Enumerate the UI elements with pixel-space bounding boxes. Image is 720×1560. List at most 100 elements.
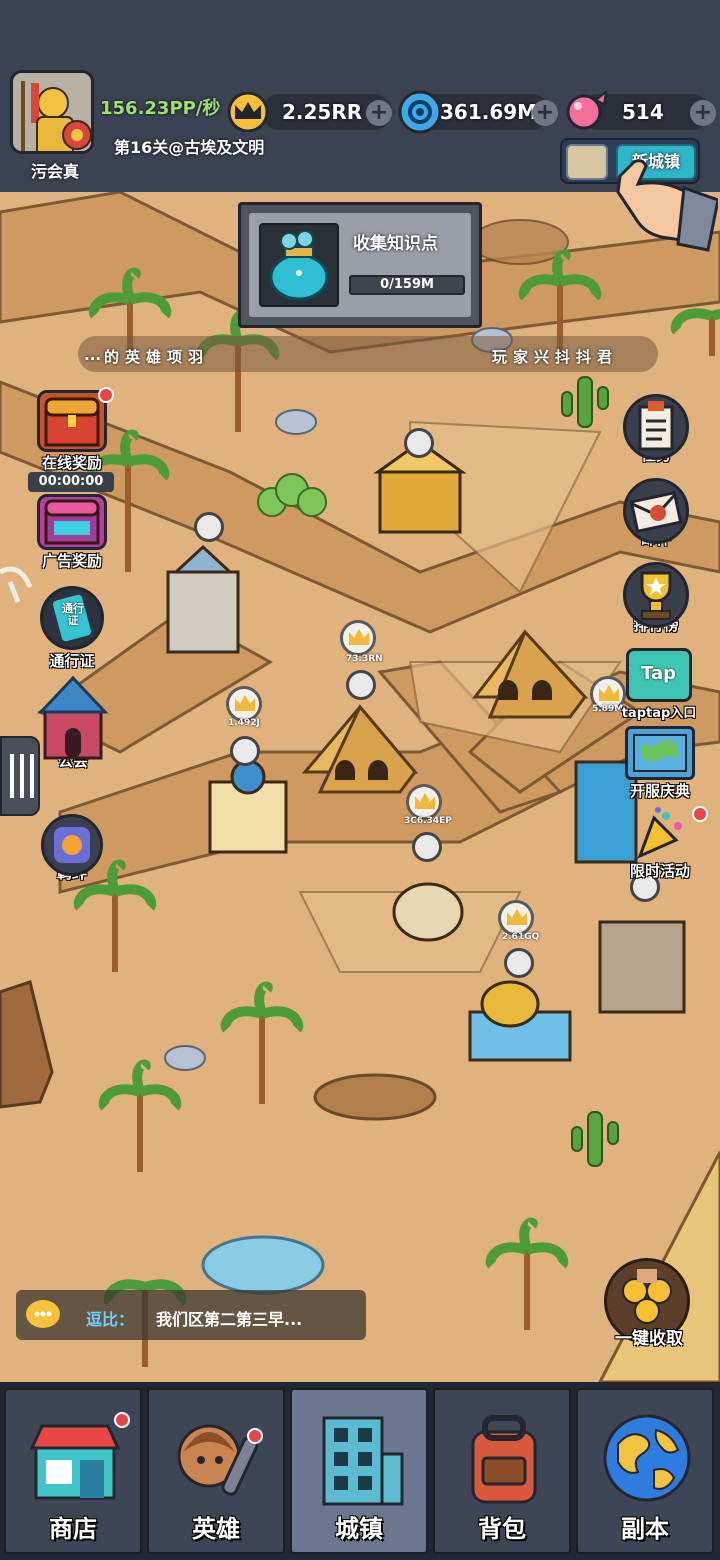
- bottom-nav: 商店 英雄 城镇 背包 副本: [0, 1382, 720, 1560]
- collect-progress-bar: 0/159M: [349, 275, 465, 295]
- pass-button[interactable]: 通行证 通行证: [30, 586, 114, 671]
- party-popper-icon: [630, 806, 708, 860]
- production-badge[interactable]: [226, 686, 262, 722]
- hero-icon: [169, 1408, 267, 1508]
- handle-bar: [30, 754, 34, 798]
- server-event-button[interactable]: 开服庆典: [610, 726, 710, 801]
- trophy-icon: [623, 562, 689, 628]
- collect-title: 收集知识点: [353, 234, 438, 254]
- production-badge[interactable]: [498, 900, 534, 936]
- chat-bar[interactable]: 逗比： 我们区第二第三早...: [16, 1290, 366, 1340]
- online-reward-label: 在线奖励: [41, 454, 102, 472]
- crown-icon: [235, 695, 255, 711]
- tab-bag[interactable]: 背包: [433, 1388, 571, 1554]
- hero-marker[interactable]: [404, 428, 434, 458]
- guild-castle-icon: [31, 668, 115, 764]
- announcement-marquee: ... 的英雄项羽 玩家兴抖抖君: [78, 336, 658, 372]
- taptap-label: taptap入口: [621, 706, 697, 721]
- side-drawer-handle[interactable]: [0, 736, 40, 816]
- ad-reward-label: 广告奖励: [41, 552, 102, 570]
- taptap-icon-text: Tap: [641, 663, 676, 684]
- knowledge-bag-icon: [259, 223, 339, 307]
- crown-icon: [226, 91, 270, 133]
- production-badge-value: 2.61GQ: [502, 932, 540, 942]
- gem-icon: [398, 90, 442, 134]
- candy-icon: [562, 88, 610, 134]
- taptap-icon: Tap: [626, 648, 692, 702]
- production-badge-value: 3C6.34EP: [404, 816, 452, 826]
- notification-dot: [692, 806, 708, 822]
- crown-add-button[interactable]: +: [366, 100, 392, 126]
- bond-icon: [41, 814, 103, 876]
- bond-button[interactable]: 羁绊: [36, 814, 108, 883]
- globe-icon: [598, 1408, 696, 1508]
- marquee-left-text: 的英雄项羽: [104, 348, 210, 366]
- production-badge-value: 73.3RN: [346, 654, 383, 664]
- tab-dungeon[interactable]: 副本: [576, 1388, 714, 1554]
- chat-message: 我们区第二第三早...: [156, 1310, 303, 1329]
- tab-bag-label: 背包: [478, 1515, 526, 1543]
- production-badge[interactable]: [406, 784, 442, 820]
- mail-icon: [623, 478, 689, 544]
- ranking-button[interactable]: 排行榜: [612, 562, 700, 635]
- handle-bar: [20, 754, 24, 798]
- tab-town-label: 城镇: [335, 1515, 383, 1543]
- tasks-button[interactable]: 任务: [614, 394, 698, 465]
- clipboard-icon: [623, 394, 689, 460]
- crown-value: 2.25RR: [282, 100, 363, 124]
- ad-reward-button[interactable]: 广告奖励: [30, 494, 114, 571]
- notification-dot: [98, 387, 114, 403]
- candy-value: 514: [622, 100, 664, 124]
- collect-knowledge-panel[interactable]: 收集知识点 0/159M: [238, 202, 482, 328]
- chat-bubble-icon: [26, 1300, 60, 1328]
- limited-event-button[interactable]: 限时活动: [610, 806, 710, 881]
- pass-icon-text: 通行证: [62, 602, 84, 627]
- production-badge[interactable]: [340, 620, 376, 656]
- server-event-label: 开服庆典: [629, 782, 690, 800]
- hero-marker[interactable]: [504, 948, 534, 978]
- guild-button[interactable]: 公会: [28, 668, 118, 771]
- hero-marker[interactable]: [194, 512, 224, 542]
- notification-dot: [114, 1412, 130, 1428]
- pass-icon: 通行证: [40, 586, 104, 650]
- online-reward-button[interactable]: 在线奖励: [30, 387, 114, 473]
- shop-icon: [26, 1408, 130, 1508]
- crown-icon: [349, 629, 369, 645]
- town-building-icon: [312, 1408, 410, 1508]
- tab-shop-label: 商店: [49, 1515, 97, 1543]
- treasure-chest-icon: [37, 387, 114, 452]
- online-reward-timer: 00:00:00: [28, 472, 114, 492]
- marquee-left-prefix: ...: [84, 346, 102, 364]
- crown-icon: [415, 793, 435, 809]
- collect-progress-text: 0/159M: [380, 277, 434, 292]
- notification-dot: [247, 1428, 263, 1444]
- game-map[interactable]: 收集知识点 0/159M ... 的英雄项羽 玩家兴抖抖君 73.3RN 1.4…: [0, 192, 720, 1382]
- player-avatar[interactable]: [10, 70, 94, 154]
- taptap-button[interactable]: Tap taptap入口: [614, 648, 704, 721]
- production-badge-value: 1.492J: [228, 718, 260, 728]
- player-name: 污会真: [30, 162, 79, 181]
- tab-dungeon-label: 副本: [621, 1515, 669, 1543]
- handle-bar: [10, 754, 14, 798]
- pp-rate: 156.23PP/秒: [100, 98, 221, 119]
- hero-marker[interactable]: [346, 670, 376, 700]
- crown-icon: [507, 909, 527, 925]
- gem-value: 361.69M: [440, 100, 538, 124]
- limited-event-label: 限时活动: [629, 862, 690, 880]
- tab-town[interactable]: 城镇: [290, 1388, 428, 1554]
- map-scroll-icon: [625, 726, 695, 780]
- hero-marker[interactable]: [230, 736, 260, 766]
- level-label: 第16关@古埃及文明: [114, 138, 265, 157]
- mail-button[interactable]: 邮件: [614, 478, 698, 549]
- tab-heroes[interactable]: 英雄: [147, 1388, 285, 1554]
- gem-add-button[interactable]: +: [532, 100, 558, 126]
- ad-chest-icon: [37, 494, 107, 550]
- marquee-right-text: 玩家兴抖抖君: [492, 348, 619, 366]
- tab-shop[interactable]: 商店: [4, 1388, 142, 1554]
- backpack-icon: [455, 1408, 553, 1508]
- tab-heroes-label: 英雄: [192, 1515, 240, 1543]
- collect-all-label: 一键收取: [615, 1329, 683, 1349]
- hero-marker[interactable]: [412, 832, 442, 862]
- tutorial-hand-icon: [600, 158, 720, 258]
- candy-add-button[interactable]: +: [690, 100, 716, 126]
